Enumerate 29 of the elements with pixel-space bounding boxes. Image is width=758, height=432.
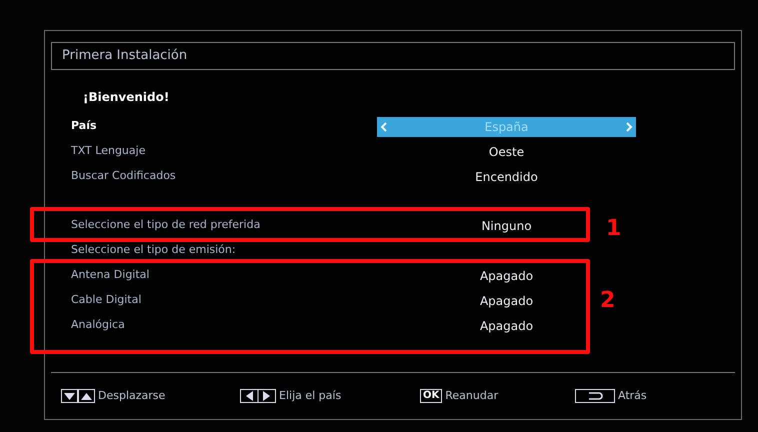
window-title: Primera Instalación	[62, 47, 188, 66]
setting-label[interactable]: Seleccione el tipo de red preferida	[71, 217, 377, 234]
hint-label: Reanudar	[445, 388, 498, 404]
section-heading: Seleccione el tipo de emisión:	[71, 242, 236, 258]
setting-value: Apagado	[480, 292, 534, 310]
setting-label[interactable]: Buscar Codificados	[71, 168, 377, 185]
annotation-number: 1	[606, 215, 622, 243]
setting-label[interactable]: País	[71, 118, 377, 135]
setting-value: Ninguno	[481, 218, 532, 234]
setting-value: Oeste	[488, 144, 524, 160]
ok-key: OK	[420, 389, 442, 403]
setting-label[interactable]: TXT Lenguaje	[71, 143, 377, 160]
down-up-keys-icon	[61, 389, 95, 403]
greeting: ¡Bienvenido!	[83, 89, 170, 106]
annotation-number: 2	[600, 287, 616, 315]
left-right-keys-icon	[240, 389, 276, 403]
setting-value: España	[484, 118, 528, 136]
hint-label: Atrás	[618, 388, 647, 404]
hint-label: Desplazarse	[98, 388, 166, 404]
setting-value: Apagado	[480, 268, 534, 284]
return-key-icon	[575, 389, 615, 403]
setting-label[interactable]: Antena Digital	[71, 267, 377, 284]
chevron-right-icon[interactable]	[626, 122, 633, 132]
hint-label: Elija el país	[279, 388, 342, 404]
setting-label[interactable]: Cable Digital	[71, 292, 377, 309]
setting-value: Apagado	[480, 318, 534, 334]
chevron-left-icon[interactable]	[380, 122, 387, 132]
setting-value: Encendido	[475, 168, 538, 186]
setting-label[interactable]: Analógica	[71, 317, 377, 334]
